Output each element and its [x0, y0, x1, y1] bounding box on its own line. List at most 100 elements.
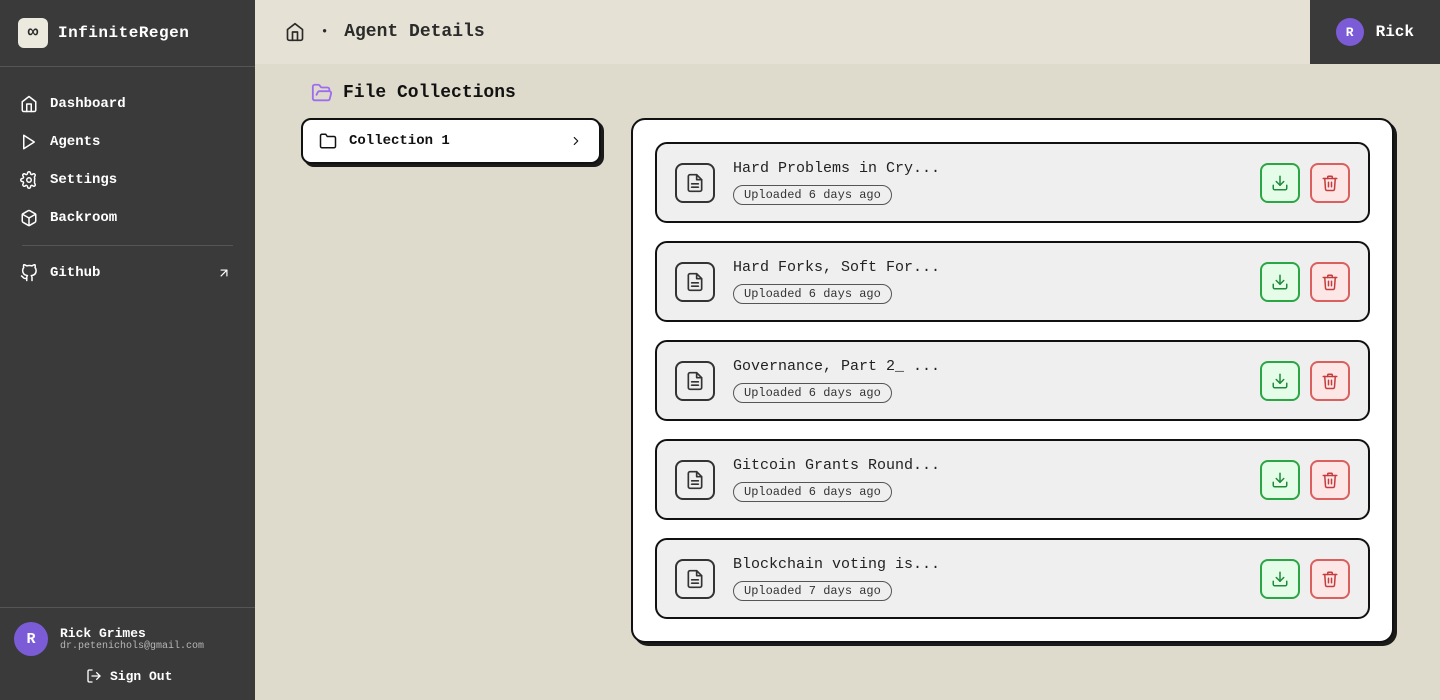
- user-full-name: Rick Grimes: [60, 626, 204, 641]
- sidebar-nav: Dashboard Agents Settings Backroom: [0, 67, 255, 302]
- file-meta: Governance, Part 2_ ... Uploaded 6 days …: [733, 358, 1242, 403]
- trash-icon: [1321, 372, 1339, 390]
- trash-icon: [1321, 174, 1339, 192]
- user-email: dr.petenichols@gmail.com: [60, 641, 204, 652]
- sidebar-item-dashboard[interactable]: Dashboard: [10, 85, 245, 123]
- files-column: Hard Problems in Cry... Uploaded 6 days …: [631, 118, 1394, 643]
- home-icon: [20, 95, 38, 113]
- sidebar-item-label: Backroom: [50, 210, 117, 226]
- download-icon: [1271, 471, 1289, 489]
- sidebar: ∞ InfiniteRegen Dashboard Agents Setting…: [0, 0, 255, 700]
- home-icon[interactable]: [285, 22, 305, 42]
- sidebar-item-agents[interactable]: Agents: [10, 123, 245, 161]
- file-meta: Gitcoin Grants Round... Uploaded 6 days …: [733, 457, 1242, 502]
- avatar: R: [14, 622, 48, 656]
- open-folder-icon: [311, 82, 333, 104]
- delete-button[interactable]: [1310, 163, 1350, 203]
- delete-button[interactable]: [1310, 361, 1350, 401]
- file-meta: Hard Problems in Cry... Uploaded 6 days …: [733, 160, 1242, 205]
- section-heading: File Collections: [301, 76, 1394, 118]
- delete-button[interactable]: [1310, 559, 1350, 599]
- user-block[interactable]: R Rick Grimes dr.petenichols@gmail.com: [0, 608, 255, 662]
- file-name: Gitcoin Grants Round...: [733, 457, 1242, 474]
- collection-name: Collection 1: [349, 133, 450, 149]
- download-icon: [1271, 273, 1289, 291]
- download-button[interactable]: [1260, 163, 1300, 203]
- delete-button[interactable]: [1310, 262, 1350, 302]
- avatar: R: [1336, 18, 1364, 46]
- github-icon: [20, 264, 38, 282]
- infinity-icon: ∞: [28, 23, 39, 43]
- uploaded-badge: Uploaded 7 days ago: [733, 581, 892, 601]
- file-name: Blockchain voting is...: [733, 556, 1242, 573]
- file-card: Blockchain voting is... Uploaded 7 days …: [655, 538, 1370, 619]
- file-actions: [1260, 460, 1350, 500]
- trash-icon: [1321, 273, 1339, 291]
- file-icon: [675, 559, 715, 599]
- file-icon: [675, 163, 715, 203]
- download-icon: [1271, 372, 1289, 390]
- header-user-name: Rick: [1376, 23, 1414, 41]
- sidebar-item-label: Dashboard: [50, 96, 126, 112]
- file-icon: [675, 361, 715, 401]
- file-card: Governance, Part 2_ ... Uploaded 6 days …: [655, 340, 1370, 421]
- file-actions: [1260, 163, 1350, 203]
- avatar-initial: R: [1346, 25, 1354, 40]
- file-card: Hard Forks, Soft For... Uploaded 6 days …: [655, 241, 1370, 322]
- sidebar-header: ∞ InfiniteRegen: [0, 0, 255, 67]
- sidebar-footer: R Rick Grimes dr.petenichols@gmail.com S…: [0, 607, 255, 700]
- download-icon: [1271, 570, 1289, 588]
- file-actions: [1260, 262, 1350, 302]
- play-icon: [20, 133, 38, 151]
- breadcrumb-sep: •: [321, 25, 328, 39]
- external-link-icon: [217, 266, 231, 280]
- columns: Collection 1 Hard Problems in Cry... Upl…: [301, 118, 1394, 643]
- download-icon: [1271, 174, 1289, 192]
- download-button[interactable]: [1260, 559, 1300, 599]
- sidebar-item-label: Agents: [50, 134, 100, 150]
- file-meta: Hard Forks, Soft For... Uploaded 6 days …: [733, 259, 1242, 304]
- section-title: File Collections: [343, 83, 516, 103]
- trash-icon: [1321, 570, 1339, 588]
- download-button[interactable]: [1260, 361, 1300, 401]
- file-card: Gitcoin Grants Round... Uploaded 6 days …: [655, 439, 1370, 520]
- sidebar-item-github[interactable]: Github: [10, 254, 245, 292]
- download-button[interactable]: [1260, 262, 1300, 302]
- signout-label: Sign Out: [110, 669, 172, 684]
- sidebar-item-settings[interactable]: Settings: [10, 161, 245, 199]
- user-info: Rick Grimes dr.petenichols@gmail.com: [60, 626, 204, 652]
- gear-icon: [20, 171, 38, 189]
- download-button[interactable]: [1260, 460, 1300, 500]
- file-actions: [1260, 361, 1350, 401]
- file-name: Hard Problems in Cry...: [733, 160, 1242, 177]
- trash-icon: [1321, 471, 1339, 489]
- sidebar-item-label: Github: [50, 265, 100, 281]
- page-title: Agent Details: [344, 22, 484, 42]
- sidebar-item-backroom[interactable]: Backroom: [10, 199, 245, 237]
- header-user[interactable]: R Rick: [1310, 0, 1440, 64]
- nav-divider: [22, 245, 233, 246]
- collection-card[interactable]: Collection 1: [301, 118, 601, 164]
- file-name: Hard Forks, Soft For...: [733, 259, 1242, 276]
- signout-icon: [86, 668, 102, 684]
- folder-icon: [319, 132, 337, 150]
- delete-button[interactable]: [1310, 460, 1350, 500]
- app-logo: ∞: [18, 18, 48, 48]
- files-panel: Hard Problems in Cry... Uploaded 6 days …: [631, 118, 1394, 643]
- uploaded-badge: Uploaded 6 days ago: [733, 284, 892, 304]
- chevron-right-icon: [569, 134, 583, 148]
- file-icon: [675, 262, 715, 302]
- breadcrumb: • Agent Details: [285, 22, 485, 42]
- main-content: File Collections Collection 1: [255, 64, 1440, 700]
- file-card: Hard Problems in Cry... Uploaded 6 days …: [655, 142, 1370, 223]
- file-icon: [675, 460, 715, 500]
- file-name: Governance, Part 2_ ...: [733, 358, 1242, 375]
- signout-button[interactable]: Sign Out: [0, 662, 255, 700]
- app-name: InfiniteRegen: [58, 24, 189, 42]
- collections-column: Collection 1: [301, 118, 601, 164]
- sidebar-item-label: Settings: [50, 172, 117, 188]
- box-icon: [20, 209, 38, 227]
- file-meta: Blockchain voting is... Uploaded 7 days …: [733, 556, 1242, 601]
- file-actions: [1260, 559, 1350, 599]
- header: • Agent Details R Rick: [255, 0, 1440, 64]
